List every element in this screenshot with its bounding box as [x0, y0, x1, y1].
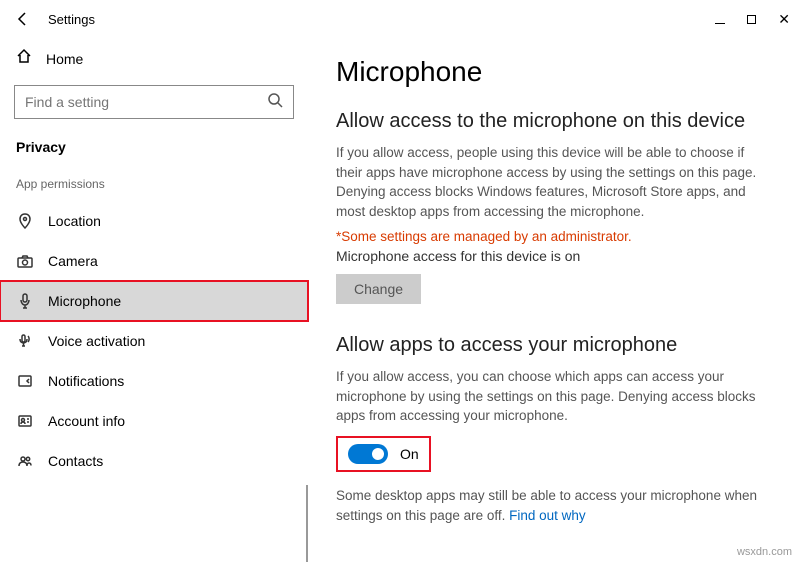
search-box[interactable]: [14, 85, 294, 119]
page-title: Microphone: [336, 56, 772, 88]
search-input[interactable]: [25, 94, 267, 110]
home-nav[interactable]: Home: [0, 38, 308, 79]
app-access-toggle-row: On: [336, 436, 431, 472]
voice-icon: [16, 333, 34, 349]
home-icon: [16, 48, 32, 69]
microphone-icon: [16, 293, 34, 309]
sidebar-item-label: Account info: [48, 413, 125, 429]
watermark: wsxdn.com: [737, 546, 792, 558]
window-title: Settings: [48, 12, 95, 27]
sidebar-item-notifications[interactable]: Notifications: [0, 361, 308, 401]
sidebar-item-label: Voice activation: [48, 333, 145, 349]
titlebar: Settings ✕: [0, 0, 800, 38]
section-heading-device-access: Allow access to the microphone on this d…: [336, 110, 772, 133]
minimize-button[interactable]: [715, 11, 725, 27]
maximize-button[interactable]: [747, 11, 756, 27]
toggle-state-label: On: [400, 446, 419, 462]
sidebar-item-label: Location: [48, 213, 101, 229]
sidebar-item-contacts[interactable]: Contacts: [0, 441, 308, 481]
admin-warning: *Some settings are managed by an adminis…: [336, 229, 772, 244]
camera-icon: [16, 253, 34, 269]
sidebar-item-microphone[interactable]: Microphone: [0, 281, 308, 321]
section-privacy: Privacy: [0, 133, 308, 171]
sidebar-item-location[interactable]: Location: [0, 201, 308, 241]
sidebar-item-label: Microphone: [48, 293, 121, 309]
group-app-permissions: App permissions: [0, 171, 308, 201]
sidebar-item-account-info[interactable]: Account info: [0, 401, 308, 441]
location-icon: [16, 213, 34, 229]
home-label: Home: [46, 51, 83, 67]
contacts-icon: [16, 453, 34, 469]
search-icon: [267, 92, 283, 113]
nav-list: Location Camera Microphone Voice activat…: [0, 201, 308, 481]
section-heading-app-access: Allow apps to access your microphone: [336, 334, 772, 357]
content-pane: Microphone Allow access to the microphon…: [308, 38, 800, 562]
sidebar-item-voice-activation[interactable]: Voice activation: [0, 321, 308, 361]
device-access-description: If you allow access, people using this d…: [336, 143, 772, 221]
close-button[interactable]: ✕: [778, 11, 790, 28]
sidebar: Home Privacy App permissions Location Ca…: [0, 38, 308, 562]
app-access-description: If you allow access, you can choose whic…: [336, 367, 772, 426]
sidebar-item-label: Notifications: [48, 373, 124, 389]
sidebar-item-camera[interactable]: Camera: [0, 241, 308, 281]
app-access-toggle[interactable]: [348, 444, 388, 464]
arrow-left-icon: [15, 11, 31, 27]
sidebar-item-label: Camera: [48, 253, 98, 269]
find-out-why-link[interactable]: Find out why: [509, 508, 586, 523]
back-button[interactable]: [8, 4, 38, 34]
device-access-status: Microphone access for this device is on: [336, 248, 772, 264]
app-access-footer: Some desktop apps may still be able to a…: [336, 486, 772, 525]
change-button[interactable]: Change: [336, 274, 421, 304]
account-icon: [16, 413, 34, 429]
notifications-icon: [16, 373, 34, 389]
window-controls: ✕: [715, 11, 792, 28]
sidebar-item-label: Contacts: [48, 453, 103, 469]
